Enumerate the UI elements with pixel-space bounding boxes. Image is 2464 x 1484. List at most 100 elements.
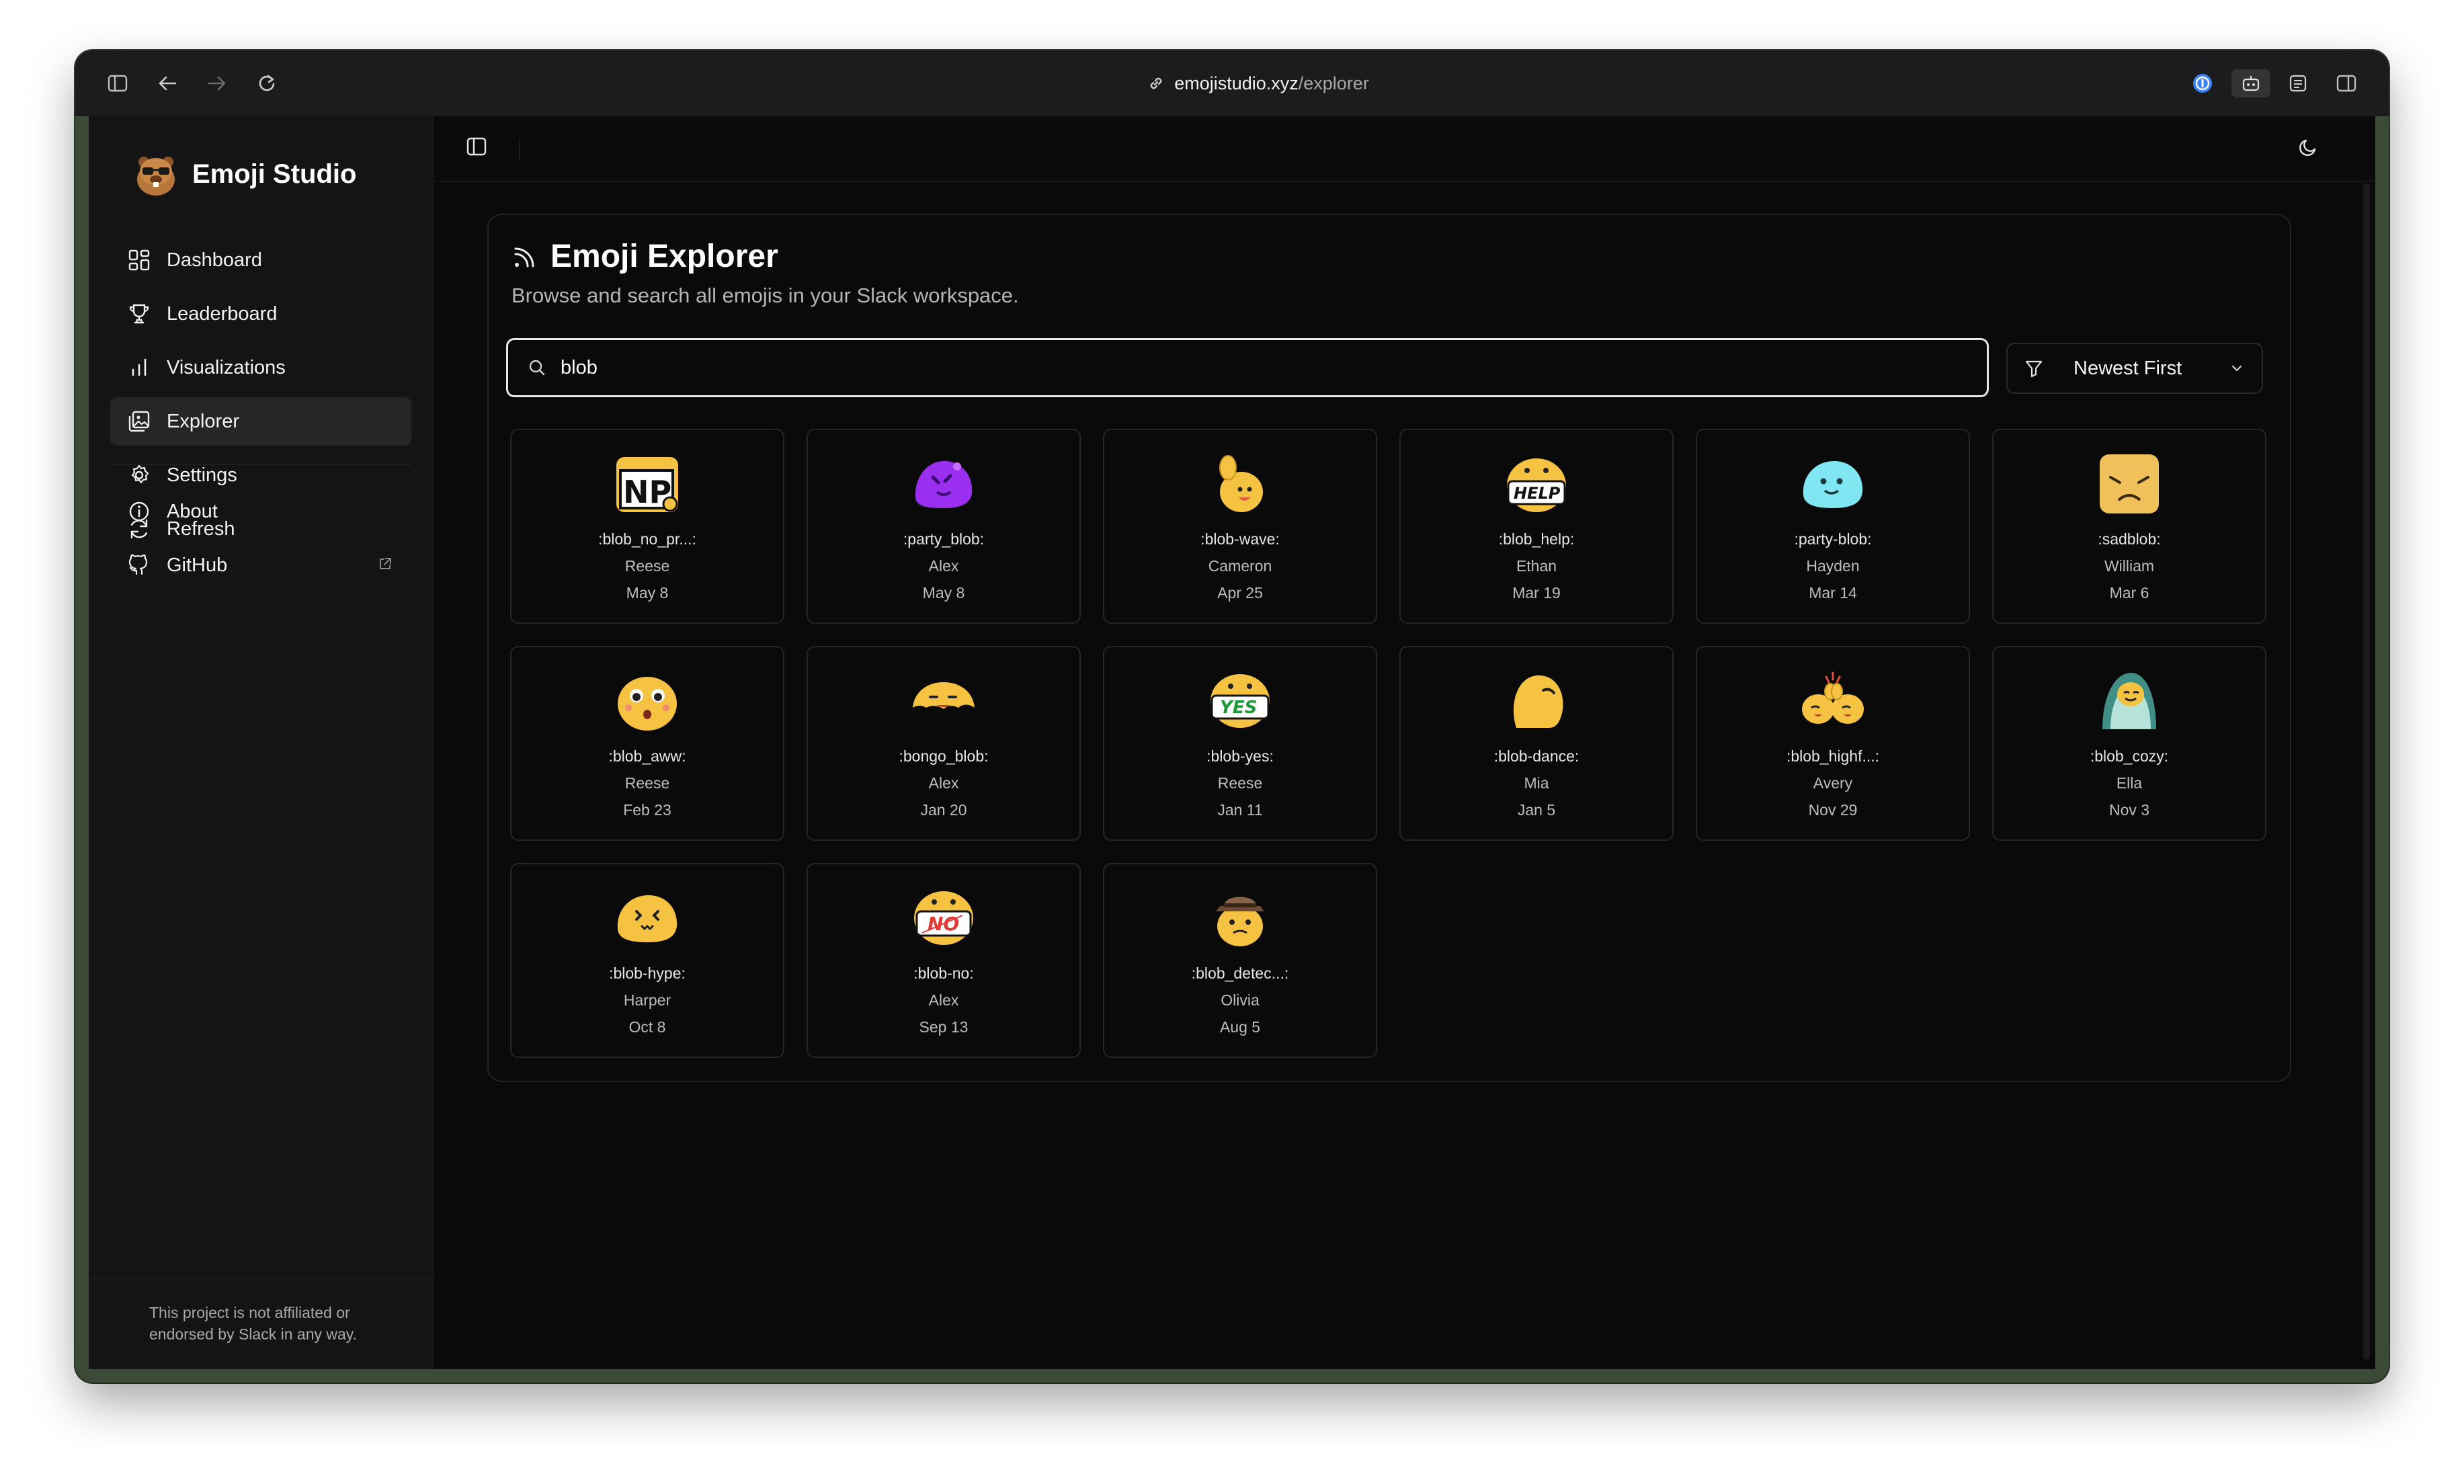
extension-icon[interactable] [2231,69,2270,97]
emoji-user: Harper [623,991,671,1009]
emoji-tile[interactable]: :blob-hype: Harper Oct 8 [510,863,784,1058]
nav-label: About [167,500,218,522]
emoji-user: Cameron [1208,557,1272,575]
emoji-tile[interactable]: NO :blob-no: Alex Sep 13 [807,863,1081,1058]
nav-label: Leaderboard [167,302,278,325]
nav-item-github[interactable]: GitHub [110,541,411,589]
emoji-user: Ella [2116,774,2143,792]
nav-item-leaderboard[interactable]: Leaderboard [110,290,411,338]
purple-blob-icon [910,450,977,518]
browser-window: emojistudio.xyz/explorer Emoji Studio Da… [75,50,2389,1383]
emoji-date: May 8 [922,584,965,602]
back-icon[interactable] [153,69,181,97]
emoji-name: :blob_cozy: [2090,747,2169,765]
emoji-name: :blob-yes: [1206,747,1274,765]
rss-icon [514,247,534,267]
emoji-tile[interactable]: :blob-wave: Cameron Apr 25 [1103,429,1377,624]
scrollbar[interactable] [2363,183,2370,1360]
emoji-tile[interactable]: :party_blob: Alex May 8 [807,429,1081,624]
svg-text:YES: YES [1220,698,1257,718]
emoji-tile[interactable]: :blob_detec...: Olivia Aug 5 [1103,863,1377,1058]
panel-toggle-icon[interactable] [466,136,487,160]
title-row: Emoji Explorer [511,238,778,275]
external-link-icon [378,554,393,577]
forward-icon[interactable] [203,69,231,97]
emoji-tile[interactable]: :blob-dance: Mia Jan 5 [1399,646,1674,841]
emoji-date: Mar 6 [2109,584,2149,602]
nav-item-about[interactable]: About [110,487,411,536]
nav-label: Settings [167,464,237,486]
emoji-tile[interactable]: HELP :blob_help: Ethan Mar 19 [1399,429,1674,624]
emoji-name: :blob_aww: [608,747,686,765]
nav-item-visualizations[interactable]: Visualizations [110,343,411,392]
sort-label: Newest First [2073,357,2182,379]
emoji-date: Nov 3 [2108,801,2150,819]
emoji-user: Avery [1813,774,1853,792]
emoji-tile[interactable]: :sadblob: William Mar 6 [1992,429,2266,624]
reload-icon[interactable] [253,69,281,97]
emoji-tile[interactable]: YES :blob-yes: Reese Jan 11 [1103,646,1377,841]
nav-item-explorer[interactable]: Explorer [110,397,411,446]
no-sign-blob-icon: NO [910,884,977,952]
sidebar-toggle-icon[interactable] [104,69,132,97]
link-icon [1150,77,1162,89]
address-bar[interactable]: emojistudio.xyz/explorer [1104,65,1413,101]
nav-label: Explorer [167,410,239,432]
split-view-icon[interactable] [2332,69,2360,97]
emoji-tile[interactable]: NP :blob_no_pr...: Reese May 8 [510,429,784,624]
emoji-date: Nov 29 [1808,801,1858,819]
emoji-user: Hayden [1806,557,1860,575]
emoji-user: Reese [624,774,670,792]
emoji-tile[interactable]: :party-blob: Hayden Mar 14 [1696,429,1970,624]
page-title: Emoji Explorer [550,239,778,274]
url-domain: emojistudio.xyz [1174,73,1299,93]
emoji-user: William [2104,557,2155,575]
brand-name: Emoji Studio [192,159,357,189]
beaver-logo-icon [137,157,175,196]
info-icon [126,499,152,524]
search-box[interactable] [506,338,1989,397]
emoji-user: Alex [928,557,959,575]
emoji-date: May 8 [626,584,669,602]
nav-label: Dashboard [167,249,262,271]
cyan-blob-icon [1799,450,1866,518]
emoji-date: Mar 14 [1809,584,1857,602]
emoji-tile[interactable]: :blob_highf...: Avery Nov 29 [1696,646,1970,841]
emoji-date: Jan 20 [920,801,967,819]
bar-chart-icon [126,355,152,380]
image-gallery-icon [126,409,152,434]
emoji-date: Sep 13 [919,1018,969,1036]
reader-icon[interactable] [2284,69,2312,97]
secondary-nav: About GitHub [110,487,411,595]
emoji-tile[interactable]: :bongo_blob: Alex Jan 20 [807,646,1081,841]
emoji-name: :blob-no: [913,964,974,982]
np-sign-icon: NP [614,450,681,518]
dashboard-icon [126,247,152,273]
emoji-user: Alex [928,774,959,792]
emoji-grid: NP :blob_no_pr...: Reese May 8 :party_bl… [510,429,2266,1058]
search-input[interactable] [559,356,1906,380]
emoji-date: Feb 23 [623,801,671,819]
yes-sign-blob-icon: YES [1206,667,1274,735]
emoji-tile[interactable]: :blob_cozy: Ella Nov 3 [1992,646,2266,841]
theme-toggle-icon[interactable] [2297,136,2319,161]
password-manager-icon[interactable] [2188,69,2217,97]
emoji-name: :blob-dance: [1493,747,1579,765]
emoji-user: Reese [624,557,670,575]
emoji-user: Olivia [1221,991,1260,1009]
nav-label: GitHub [167,554,228,576]
emoji-date: Oct 8 [628,1018,666,1036]
main-content: Emoji Explorer Browse and search all emo… [434,116,2375,1369]
nav-item-dashboard[interactable]: Dashboard [110,236,411,284]
browser-toolbar: emojistudio.xyz/explorer [75,50,2389,116]
emoji-tile[interactable]: :blob_aww: Reese Feb 23 [510,646,784,841]
emoji-user: Mia [1524,774,1549,792]
sidebar-footer: This project is not affiliated or endors… [149,1304,357,1343]
bongo-blob-icon [910,667,977,735]
waving-blob-icon [1206,450,1274,518]
search-icon [529,360,545,376]
sort-select[interactable]: Newest First [2006,343,2263,394]
brand[interactable]: Emoji Studio [132,150,356,198]
gear-icon [126,462,152,488]
github-icon [126,552,152,578]
